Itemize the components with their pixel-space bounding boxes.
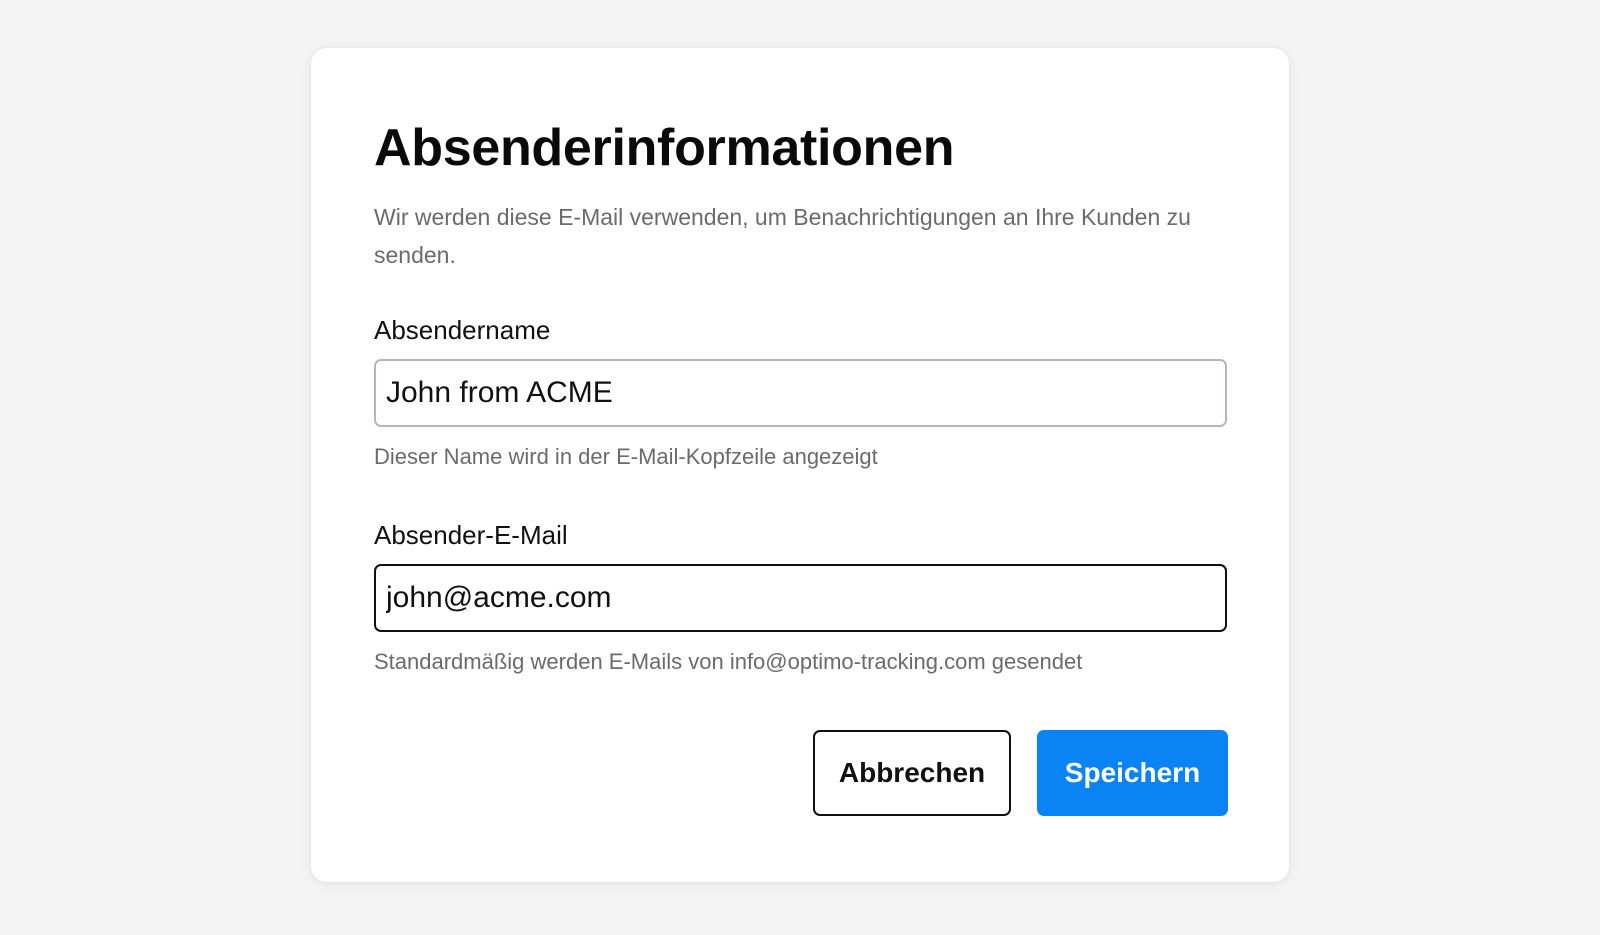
sender-info-dialog: Absenderinformationen Wir werden diese E… — [311, 48, 1289, 882]
dialog-actions: Abbrechen Speichern — [813, 730, 1228, 816]
dialog-subtitle: Wir werden diese E-Mail verwenden, um Be… — [374, 204, 1191, 268]
page-backdrop: Absenderinformationen Wir werden diese E… — [0, 0, 1600, 935]
sender-email-input[interactable] — [374, 564, 1227, 632]
cancel-button[interactable]: Abbrechen — [813, 730, 1011, 816]
sender-name-label: Absendername — [374, 315, 551, 345]
sender-email-field-group: Absender-E-Mail Standardmäßig werden E-M… — [374, 519, 1227, 676]
sender-name-hint: Dieser Name wird in der E-Mail-Kopfzeile… — [374, 444, 878, 469]
save-button[interactable]: Speichern — [1037, 730, 1228, 816]
sender-name-input[interactable] — [374, 359, 1227, 427]
dialog-title: Absenderinformationen — [374, 119, 955, 177]
sender-email-hint: Standardmäßig werden E-Mails von info@op… — [374, 649, 1083, 674]
sender-email-label: Absender-E-Mail — [374, 520, 568, 550]
sender-name-field-group: Absendername Dieser Name wird in der E-M… — [374, 314, 1227, 471]
